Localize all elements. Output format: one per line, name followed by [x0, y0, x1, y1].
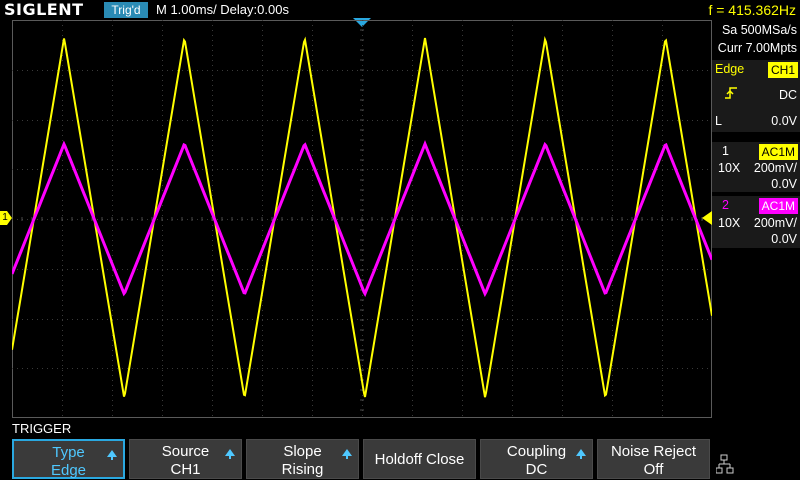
holdoff-softkey-label: Holdoff Close	[374, 451, 465, 468]
trigger-level-value: 0.0V	[771, 114, 797, 128]
source-softkey-value: CH1	[170, 461, 201, 478]
slope-softkey-value: Rising	[281, 461, 324, 478]
timebase-readout: M 1.00ms/ Delay:0.00s	[156, 2, 289, 17]
ch1-probe: 10X	[718, 161, 741, 175]
ch1-number: 1	[722, 144, 729, 158]
menu-title: TRIGGER	[12, 421, 72, 436]
up-arrow-icon	[342, 449, 352, 459]
noise-reject-softkey-label: Noise Reject	[610, 443, 697, 460]
frequency-readout: f = 415.362Hz	[708, 2, 796, 18]
network-icon[interactable]	[716, 439, 800, 479]
coupling-softkey-value: DC	[525, 461, 548, 478]
holdoff-softkey[interactable]: Holdoff Close	[363, 439, 476, 479]
ch1-offset: 0.0V	[771, 177, 797, 191]
type-softkey[interactable]: Type Edge	[12, 439, 125, 479]
trigger-coupling: DC	[778, 88, 797, 102]
rising-edge-icon	[725, 87, 737, 99]
slope-softkey[interactable]: Slope Rising	[246, 439, 359, 479]
trigger-info-box[interactable]: Edge CH1 DC L 0.0V	[712, 60, 800, 132]
waveform-display[interactable]	[12, 20, 712, 418]
ch1-coupling-badge: AC1M	[758, 144, 798, 160]
trigger-type: Edge	[715, 62, 745, 76]
trigger-level-label: L	[715, 114, 722, 128]
sample-rate: Sa 500MSa/s	[721, 23, 797, 37]
brand-logo: SIGLENT	[4, 0, 84, 19]
softkey-menu: Type Edge Source CH1 Slope Rising Holdof…	[0, 437, 800, 480]
noise-reject-softkey-value: Off	[643, 461, 664, 478]
noise-reject-softkey[interactable]: Noise Reject Off	[597, 439, 710, 479]
up-arrow-icon	[107, 450, 117, 460]
trigger-source-badge: CH1	[767, 62, 798, 78]
ch1-info-box[interactable]: 1 AC1M 10X 200mV/ 0.0V	[712, 142, 800, 192]
ch2-info-box[interactable]: 2 AC1M 10X 200mV/ 0.0V	[712, 196, 800, 248]
ch1-level-marker-label: 1	[2, 212, 8, 223]
ch2-coupling-badge: AC1M	[758, 198, 798, 214]
up-arrow-icon	[576, 449, 586, 459]
ch2-scale: 200mV/	[753, 216, 797, 230]
ch1-scale: 200mV/	[753, 161, 797, 175]
up-arrow-icon	[225, 449, 235, 459]
ch2-number: 2	[722, 198, 729, 212]
memory-depth: Curr 7.00Mpts	[717, 41, 797, 55]
graticule	[12, 20, 712, 418]
ch2-offset: 0.0V	[771, 232, 797, 246]
coupling-softkey[interactable]: Coupling DC	[480, 439, 593, 479]
source-softkey[interactable]: Source CH1	[129, 439, 242, 479]
top-status-bar: SIGLENT Trig'd M 1.00ms/ Delay:0.00s f =…	[0, 0, 800, 20]
ch2-probe: 10X	[718, 216, 741, 230]
info-panel: Sa 500MSa/s Curr 7.00Mpts Edge CH1 DC L …	[712, 20, 800, 418]
trigger-status-badge: Trig'd	[104, 2, 148, 18]
type-softkey-value: Edge	[50, 462, 87, 479]
